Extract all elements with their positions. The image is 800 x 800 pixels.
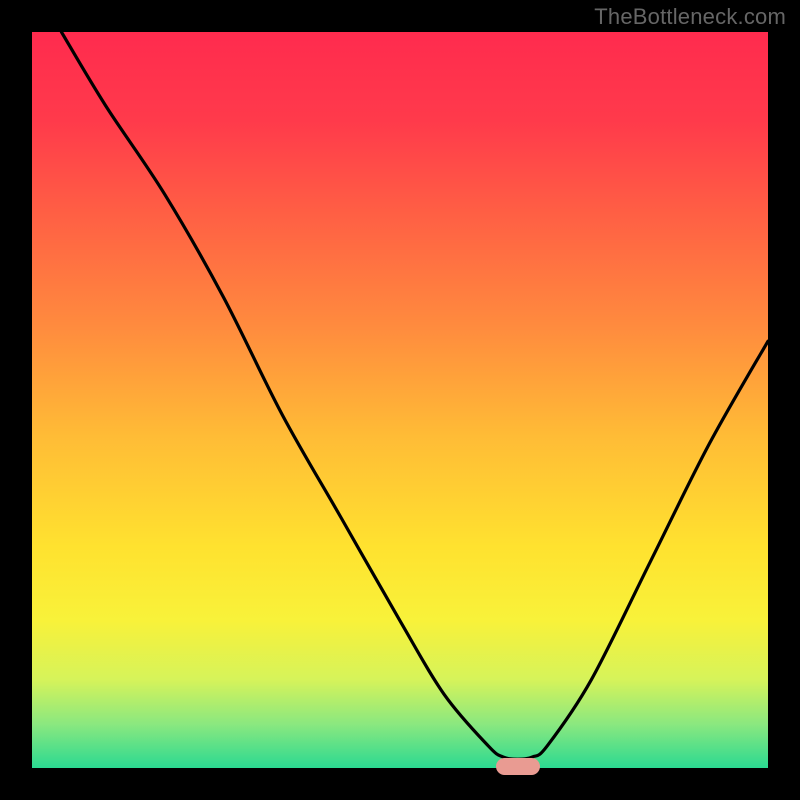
plot-area — [32, 32, 768, 768]
gradient-background — [32, 32, 768, 768]
bottleneck-chart: TheBottleneck.com — [0, 0, 800, 800]
watermark-text: TheBottleneck.com — [594, 4, 786, 30]
bottleneck-marker — [496, 758, 540, 776]
chart-svg — [32, 32, 768, 768]
